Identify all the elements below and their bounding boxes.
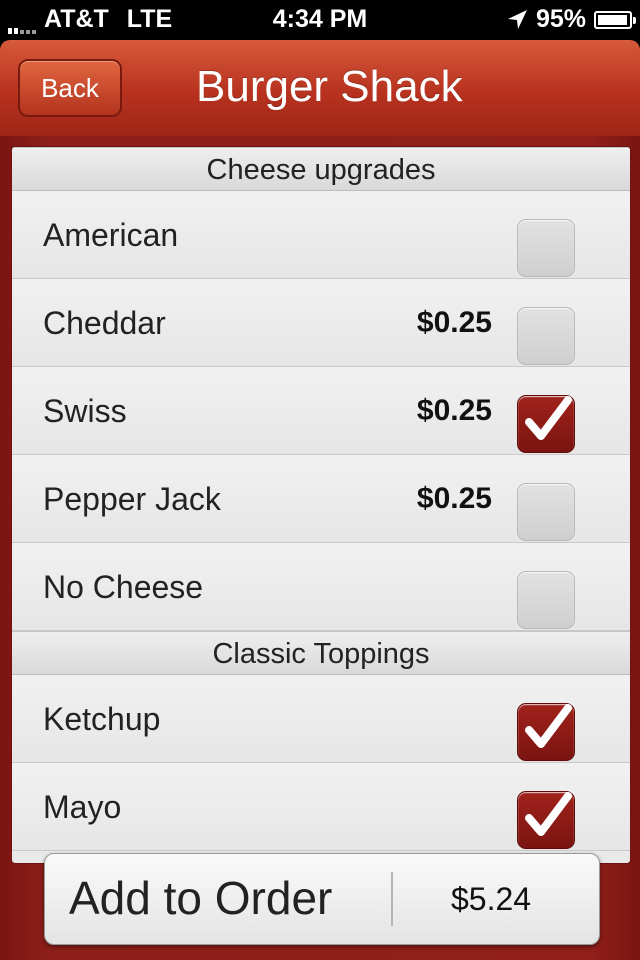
checked-checkbox[interactable] — [517, 791, 575, 849]
option-label: Pepper Jack — [43, 481, 221, 517]
option-label: American — [43, 217, 179, 253]
navigation-bar: Back Burger Shack — [0, 40, 640, 136]
option-label: Swiss — [43, 393, 127, 429]
battery-percent: 95% — [535, 5, 586, 33]
option-price: $0.25 — [416, 394, 492, 427]
status-bar: AT&T LTE 4:34 PM 95% — [0, 0, 640, 40]
option-row[interactable]: American — [12, 191, 630, 279]
option-price: $0.25 — [416, 306, 492, 339]
back-button[interactable]: Back — [18, 59, 122, 117]
page-title: Burger Shack — [196, 62, 463, 111]
option-row[interactable]: Ketchup — [12, 675, 630, 763]
checked-checkbox[interactable] — [517, 395, 575, 453]
add-to-order-button[interactable]: Add to Order $5.24 — [44, 853, 600, 945]
checked-checkbox[interactable] — [517, 703, 575, 761]
option-label: Cheddar — [43, 305, 166, 341]
section-header: Classic Toppings — [12, 631, 630, 675]
unchecked-checkbox[interactable] — [517, 571, 575, 629]
unchecked-checkbox[interactable] — [517, 307, 575, 365]
option-row[interactable]: Pepper Jack $0.25 — [12, 455, 630, 543]
order-total: $5.24 — [451, 881, 532, 917]
checkmark-icon — [525, 792, 572, 836]
option-row[interactable]: Mayo — [12, 763, 630, 851]
order-divider — [391, 872, 393, 926]
unchecked-checkbox[interactable] — [517, 219, 575, 277]
checkmark-icon — [525, 396, 572, 440]
option-price: $0.25 — [416, 482, 492, 515]
option-label: Mayo — [43, 789, 122, 825]
checkmark-icon — [525, 704, 572, 748]
option-row[interactable]: Swiss $0.25 — [12, 367, 630, 455]
options-list[interactable]: Cheese upgrades American Cheddar $0.25 Swiss… — [11, 146, 631, 864]
option-label: Ketchup — [43, 701, 161, 737]
add-to-order-label: Add to Order — [69, 872, 333, 924]
unchecked-checkbox[interactable] — [517, 483, 575, 541]
section-header: Cheese upgrades — [12, 147, 630, 191]
battery-icon — [594, 10, 636, 29]
status-right: 95% — [506, 5, 636, 34]
option-row[interactable]: Cheddar $0.25 — [12, 279, 630, 367]
option-row[interactable]: No Cheese — [12, 543, 630, 631]
option-label: No Cheese — [43, 569, 204, 605]
location-arrow-icon — [507, 9, 527, 29]
